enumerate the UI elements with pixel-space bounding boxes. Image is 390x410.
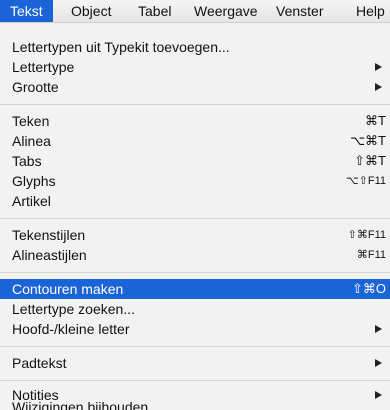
menu-item-shortcut: ⌘F11	[356, 249, 386, 261]
menubar-item-weergave[interactable]: Weergave	[194, 0, 258, 22]
menu-item-grootte[interactable]: Grootte	[0, 77, 390, 97]
submenu-arrow-icon	[375, 391, 382, 399]
menu-item-tabs[interactable]: Tabs ⇧⌘T	[0, 151, 390, 171]
menu-item-contouren-maken[interactable]: Contouren maken ⇧⌘O	[0, 279, 390, 299]
menu-item-shortcut: ⇧⌘O	[351, 281, 386, 296]
menu-item-glyphs[interactable]: Glyphs ⌥⇧F11	[0, 171, 390, 191]
submenu-arrow-icon	[375, 63, 382, 71]
menu-bar: Tekst Object Tabel Weergave Venster Help	[0, 0, 390, 23]
menu-item-label: Alineastijlen	[12, 247, 87, 263]
menu-item-alineastijlen[interactable]: Alineastijlen ⌘F11	[0, 245, 390, 265]
menu-separator	[0, 104, 390, 105]
menu-item-shortcut: ⇧⌘F11	[347, 229, 386, 241]
menu-item-lettertype[interactable]: Lettertype	[0, 57, 390, 77]
menubar-item-tabel[interactable]: Tabel	[138, 0, 171, 22]
menu-item-label: Alinea	[12, 133, 51, 149]
tekst-menu: Lettertypen uit Typekit toevoegen... Let…	[0, 23, 390, 407]
menu-separator	[0, 380, 390, 381]
menubar-item-tekst[interactable]: Tekst	[0, 0, 53, 22]
submenu-arrow-icon	[375, 359, 382, 367]
menubar-item-help[interactable]: Help	[356, 0, 385, 22]
menu-item-lettertype-zoeken[interactable]: Lettertype zoeken...	[0, 299, 390, 319]
menubar-item-object[interactable]: Object	[71, 0, 111, 22]
menu-item-label: Grootte	[12, 79, 59, 95]
menu-item-label: Lettertype	[12, 59, 75, 75]
menu-item-artikel[interactable]: Artikel	[0, 191, 390, 211]
menu-item-label: Tabs	[12, 153, 42, 169]
menu-item-partially-visible[interactable]: Wijzigingen bijhouden	[12, 400, 162, 410]
menu-item-label: Padtekst	[12, 355, 67, 371]
menu-item-label: Contouren maken	[12, 281, 124, 297]
menu-item-label: Lettertypen uit Typekit toevoegen...	[12, 39, 230, 55]
menu-separator	[0, 346, 390, 347]
menu-item-label: Tekenstijlen	[12, 227, 86, 243]
menu-item-label: Hoofd-/kleine letter	[12, 321, 130, 337]
submenu-arrow-icon	[375, 325, 382, 333]
menu-item-shortcut: ⇧⌘T	[354, 153, 386, 168]
menu-item-hoofd-kleine-letter[interactable]: Hoofd-/kleine letter	[0, 319, 390, 339]
submenu-arrow-icon	[375, 83, 382, 91]
menu-item-label: Glyphs	[12, 173, 56, 189]
menu-item-label: Artikel	[12, 193, 51, 209]
menu-item-tekenstijlen[interactable]: Tekenstijlen ⇧⌘F11	[0, 225, 390, 245]
menu-item-typekit-fonts[interactable]: Lettertypen uit Typekit toevoegen...	[0, 37, 390, 57]
menubar-item-venster[interactable]: Venster	[276, 0, 323, 22]
menu-item-label: Teken	[12, 113, 50, 129]
menu-item-label: Lettertype zoeken...	[12, 301, 135, 317]
menu-separator	[0, 218, 390, 219]
menu-item-shortcut: ⌘T	[365, 113, 386, 128]
menu-separator	[0, 272, 390, 273]
menu-item-padtekst[interactable]: Padtekst	[0, 353, 390, 373]
menu-item-shortcut: ⌥⇧F11	[345, 175, 386, 187]
menu-item-shortcut: ⌥⌘T	[350, 133, 386, 148]
menu-item-alinea[interactable]: Alinea ⌥⌘T	[0, 131, 390, 151]
menu-item-teken[interactable]: Teken ⌘T	[0, 111, 390, 131]
